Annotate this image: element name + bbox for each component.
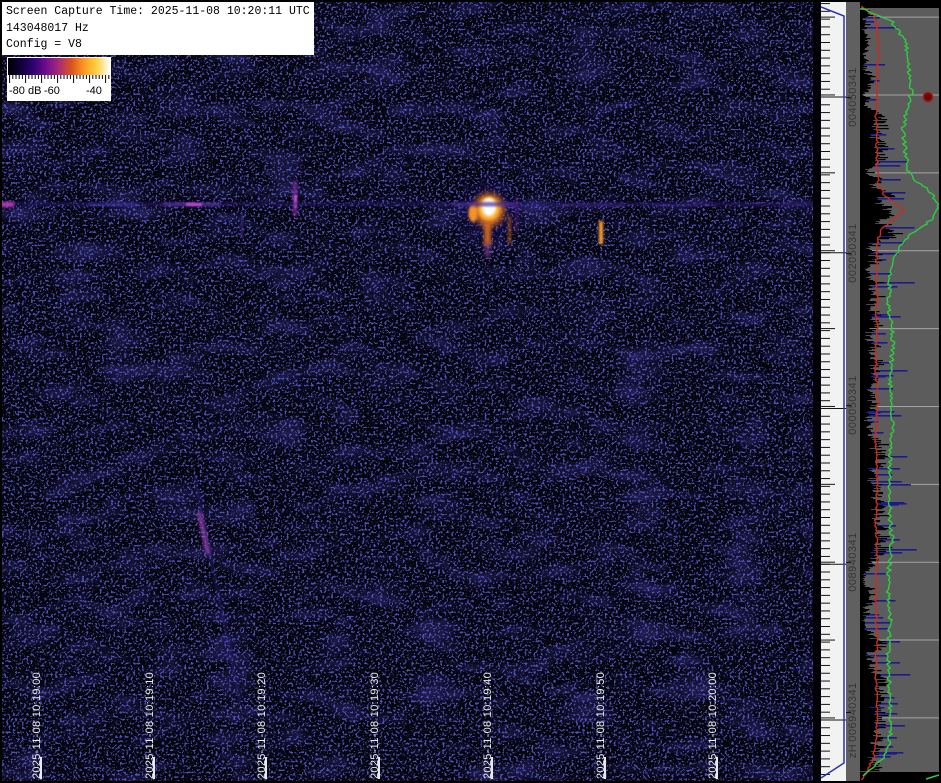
time-label: 2025-11-08 10:19:40 bbox=[483, 672, 494, 779]
live-spectrum-panel bbox=[860, 0, 939, 783]
db-label: -80 dB bbox=[9, 85, 41, 97]
intensity-legend: -80 dB-60 -40 bbox=[7, 57, 111, 101]
waterfall-noise-and-echoes bbox=[0, 0, 821, 783]
border-left bbox=[0, 0, 2, 783]
frequency-unit: zH bbox=[846, 691, 860, 783]
frequency-major-tick bbox=[846, 97, 851, 98]
frequency-axis-labels: 0040503410020503410000503410089403410069… bbox=[846, 0, 860, 783]
db-label: -60 bbox=[44, 85, 60, 97]
capture-time-text: Screen Capture Time: 2025-11-08 10:20:11… bbox=[6, 4, 314, 21]
border-top bbox=[0, 0, 941, 2]
db-scale-ticks bbox=[8, 75, 110, 84]
spectrogram-waterfall: 2025-11-08 10:19:00 2025-11-08 10:19:10 20… bbox=[0, 0, 821, 783]
time-label: 2025-11-08 10:19:10 bbox=[145, 672, 156, 779]
config-text: Config = V8 bbox=[6, 37, 314, 54]
time-label: 2025-11-08 10:19:50 bbox=[596, 672, 607, 779]
frequency-major-tick bbox=[846, 405, 851, 406]
capture-info-box: Screen Capture Time: 2025-11-08 10:20:11… bbox=[2, 2, 314, 55]
time-label: 2025-11-08 10:19:20 bbox=[257, 672, 268, 779]
colormap-gradient-bar bbox=[8, 58, 110, 75]
time-label: 2025-11-08 10:19:30 bbox=[370, 672, 381, 779]
receiver-frequency-text: 143048017 Hz bbox=[6, 21, 314, 38]
frequency-unit-text: zH bbox=[847, 744, 859, 758]
time-label: 2025-11-08 10:20:00 bbox=[708, 672, 719, 779]
frequency-ticks bbox=[821, 0, 846, 783]
frequency-ruler bbox=[821, 0, 846, 783]
frequency-major-tick bbox=[846, 562, 851, 563]
db-label: -40 bbox=[86, 85, 102, 97]
speclab-screen-capture: 2025-11-08 10:19:00 2025-11-08 10:19:10 20… bbox=[0, 0, 941, 783]
spectrum-graph bbox=[860, 0, 939, 783]
db-scale-labels: -80 dB-60 -40 bbox=[7, 84, 111, 100]
time-label: 2025-11-08 10:19:00 bbox=[32, 672, 43, 779]
frequency-major-tick bbox=[846, 253, 851, 254]
